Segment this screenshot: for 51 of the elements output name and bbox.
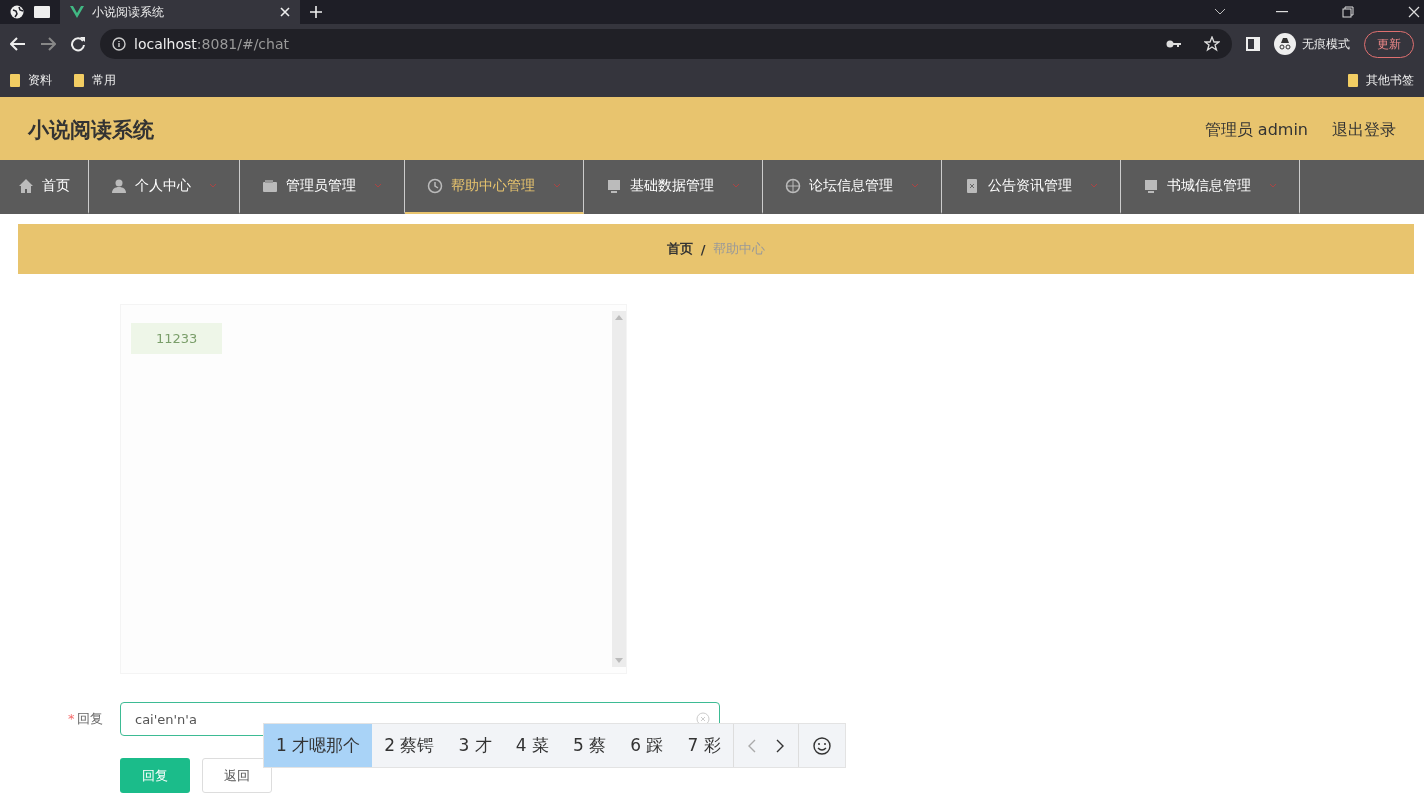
minimize-icon[interactable] bbox=[1276, 11, 1288, 13]
nav-tab[interactable]: 基础数据管理 bbox=[584, 160, 763, 214]
chevron-down-icon[interactable] bbox=[1214, 8, 1226, 16]
chevron-right-icon[interactable] bbox=[775, 738, 784, 753]
info-icon bbox=[112, 37, 126, 51]
other-bookmarks[interactable]: 其他书签 bbox=[1348, 72, 1414, 89]
nav-tab[interactable]: 管理员管理 bbox=[240, 160, 405, 214]
forward-icon[interactable] bbox=[40, 37, 56, 51]
sidebar-icon[interactable] bbox=[1246, 37, 1260, 51]
clock-icon bbox=[427, 178, 443, 194]
nav-tab[interactable]: 帮助中心管理 bbox=[405, 160, 584, 214]
nav-tab[interactable]: 论坛信息管理 bbox=[763, 160, 942, 214]
back-icon[interactable] bbox=[10, 37, 26, 51]
globe-icon[interactable] bbox=[10, 5, 24, 19]
site-title: 小说阅读系统 bbox=[28, 117, 154, 144]
back-button[interactable]: 返回 bbox=[202, 758, 272, 793]
home-icon bbox=[18, 178, 34, 194]
incognito-badge[interactable]: 无痕模式 bbox=[1274, 33, 1350, 55]
reply-label: 回复 bbox=[76, 711, 103, 726]
required-mark: * bbox=[68, 711, 75, 726]
address-bar[interactable]: localhost:8081/#/chat bbox=[100, 29, 1232, 59]
monitor-icon bbox=[1143, 178, 1159, 194]
close-icon[interactable] bbox=[1408, 6, 1420, 18]
breadcrumb-item: 帮助中心 bbox=[713, 240, 766, 258]
monitor-icon bbox=[606, 178, 622, 194]
user-icon bbox=[111, 178, 127, 194]
logout-link[interactable]: 退出登录 bbox=[1332, 119, 1396, 141]
nav-tab[interactable]: 书城信息管理 bbox=[1121, 160, 1300, 214]
nav-tab[interactable]: 个人中心 bbox=[89, 160, 240, 214]
close-icon[interactable] bbox=[280, 7, 290, 17]
wallet-icon bbox=[262, 178, 278, 194]
globe-icon bbox=[785, 178, 801, 194]
reload-icon[interactable] bbox=[70, 36, 86, 52]
star-icon[interactable] bbox=[1204, 36, 1220, 52]
chat-message: 11233 bbox=[131, 323, 223, 354]
nav-tab[interactable]: 公告资讯管理 bbox=[942, 160, 1121, 214]
emoji-icon[interactable] bbox=[812, 736, 831, 755]
nav-tab[interactable]: 首页 bbox=[0, 160, 89, 214]
breadcrumb-separator: / bbox=[700, 241, 706, 257]
document-icon bbox=[964, 178, 980, 194]
logo bbox=[70, 6, 84, 18]
user-label: 管理员 admin bbox=[1204, 119, 1308, 141]
breadcrumb-item[interactable]: 首页 bbox=[666, 240, 693, 258]
scrollbar[interactable] bbox=[612, 311, 626, 667]
restore-icon[interactable] bbox=[1342, 6, 1354, 18]
plus-icon[interactable] bbox=[310, 6, 322, 18]
bookmark[interactable]: 常用 bbox=[74, 72, 116, 89]
bookmark[interactable]: 资料 bbox=[10, 72, 52, 89]
key-icon bbox=[1166, 39, 1182, 49]
ime-candidate[interactable]: 1 才嗯那个 bbox=[264, 724, 373, 767]
browser-tab[interactable]: 小说阅读系统 bbox=[60, 0, 300, 24]
